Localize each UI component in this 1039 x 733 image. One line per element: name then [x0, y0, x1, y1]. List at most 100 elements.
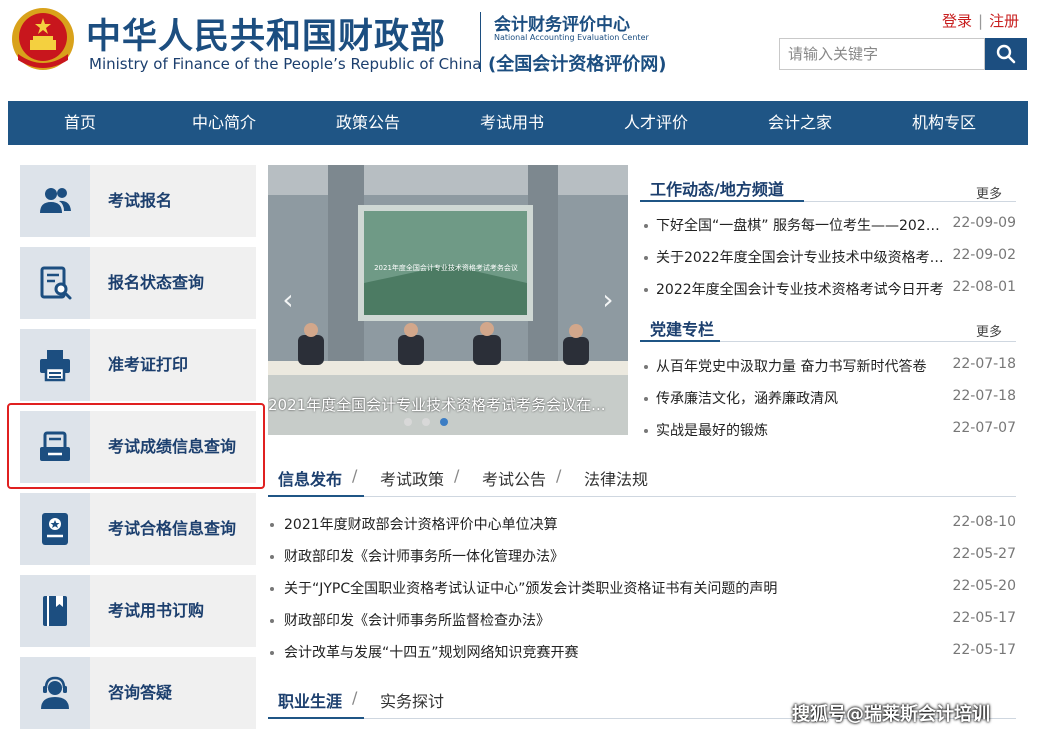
news-title: 关于2022年度全国会计专业技术中级资格考试有关事项的通知 — [656, 250, 944, 266]
search-icon — [996, 44, 1016, 64]
bullet — [644, 256, 648, 260]
support-agent-icon — [41, 676, 69, 709]
news-date: 22-07-07 — [952, 420, 1016, 436]
news-date: 22-08-10 — [952, 514, 1016, 530]
news-title: 传承廉洁文化，涵养廉政清风 — [656, 391, 838, 407]
list-item[interactable]: 2021年度财政部会计资格评价中心单位决算 22-08-10 — [270, 514, 1016, 536]
list-item[interactable]: 财政部印发《会计师事务所一体化管理办法》 22-05-27 — [270, 546, 1016, 568]
search-input[interactable] — [779, 38, 985, 70]
news-title: 关于“JYPC全国职业资格考试认证中心”颁发会计类职业资格证书有关问题的声明 — [284, 581, 778, 597]
party-news-title[interactable]: 党建专栏 — [650, 316, 714, 340]
carousel-dot-active[interactable] — [440, 418, 448, 426]
list-item[interactable]: 从百年党史中汲取力量 奋力书写新时代答卷 22-07-18 — [644, 356, 1016, 378]
news-title: 财政部印发《会计师事务所一体化管理办法》 — [284, 549, 564, 565]
news-title: 会计改革与发展“十四五”规划网络知识竞赛开赛 — [284, 645, 579, 661]
users-icon — [40, 188, 71, 213]
tab-info-release[interactable]: 信息发布 — [278, 466, 342, 490]
tab-separator: / — [352, 466, 358, 485]
news-title: 2022年度全国会计专业技术资格考试今日开考 — [656, 282, 944, 298]
bullet — [644, 397, 648, 401]
work-news-title[interactable]: 工作动态/地方频道 — [650, 176, 784, 200]
sidebar-item-label: 考试用书订购 — [108, 601, 205, 620]
register-link[interactable]: 注册 — [989, 12, 1019, 30]
center-name: 会计财务评价中心 — [494, 15, 630, 35]
list-item[interactable]: 财政部印发《会计师事务所监督检查办法》 22-05-17 — [270, 610, 1016, 632]
login-link[interactable]: 登录 — [942, 12, 972, 30]
bullet — [644, 224, 648, 228]
party-news-more-link[interactable]: 更多 — [976, 321, 1002, 340]
center-name-english: National Accounting Evaluation Center — [494, 33, 649, 42]
certificate-icon — [42, 513, 68, 545]
sidebar-item-book-order[interactable]: 考试用书订购 — [20, 575, 256, 647]
bullet — [644, 365, 648, 369]
news-date: 22-07-18 — [952, 388, 1016, 404]
sidebar-item-qualification-query[interactable]: 考试合格信息查询 — [20, 493, 256, 565]
nav-policy[interactable]: 政策公告 — [296, 101, 440, 145]
sidebar-item-consultation[interactable]: 咨询答疑 — [20, 657, 256, 729]
tab-separator: / — [454, 466, 460, 485]
sidebar-icon-box — [20, 247, 90, 319]
sidebar-item-registration-status[interactable]: 报名状态查询 — [20, 247, 256, 319]
carousel-caption[interactable]: 2021年度全国会计专业技术资格考试考务会议在... — [268, 394, 628, 414]
watermark: 搜狐号@瑞莱斯会计培训 — [792, 704, 990, 725]
sidebar-icon-box — [20, 575, 90, 647]
section-underline — [640, 200, 804, 202]
printer-icon — [40, 350, 70, 382]
sidebar-item-admission-ticket-print[interactable]: 准考证打印 — [20, 329, 256, 401]
sidebar-item-label: 考试报名 — [108, 191, 173, 210]
tab-laws[interactable]: 法律法规 — [584, 466, 648, 490]
sidebar-icon-box — [20, 493, 90, 565]
header-divider — [480, 12, 481, 72]
news-title: 下好全国“一盘棋” 服务每一位考生——2022年度全国会计专业技术中级资格考试顺… — [656, 218, 944, 234]
carousel-next-arrow[interactable]: › — [596, 285, 620, 315]
tab-exam-notice[interactable]: 考试公告 — [482, 466, 546, 490]
section-underline — [640, 340, 720, 342]
bullet — [270, 619, 274, 623]
list-item[interactable]: 实战是最好的锻炼 22-07-07 — [644, 420, 1016, 442]
nav-about[interactable]: 中心简介 — [152, 101, 296, 145]
carousel-dot[interactable] — [422, 418, 430, 426]
sidebar-item-exam-registration[interactable]: 考试报名 — [20, 165, 256, 237]
news-date: 22-07-18 — [952, 356, 1016, 372]
sidebar-item-label: 准考证打印 — [108, 355, 189, 374]
nav-books[interactable]: 考试用书 — [440, 101, 584, 145]
news-title: 2021年度财政部会计资格评价中心单位决算 — [284, 517, 558, 533]
tab-practice[interactable]: 实务探讨 — [380, 688, 444, 712]
list-item[interactable]: 传承廉洁文化，涵养廉政清风 22-07-18 — [644, 388, 1016, 410]
work-news-more-link[interactable]: 更多 — [976, 183, 1002, 202]
carousel-prev-arrow[interactable]: ‹ — [276, 285, 300, 315]
bullet — [270, 555, 274, 559]
bullet — [644, 288, 648, 292]
nav-home[interactable]: 首页 — [8, 101, 152, 145]
section-underline — [268, 495, 364, 497]
tab-career[interactable]: 职业生涯 — [278, 688, 342, 712]
site-header: 中华人民共和国财政部 Ministry of Finance of the Pe… — [0, 0, 1039, 100]
sidebar-item-label: 报名状态查询 — [108, 273, 205, 292]
list-item[interactable]: 2022年度全国会计专业技术资格考试今日开考 22-08-01 — [644, 279, 1016, 301]
news-date: 22-05-20 — [952, 578, 1016, 594]
nav-accountant-home[interactable]: 会计之家 — [728, 101, 872, 145]
tab-exam-policy[interactable]: 考试政策 — [380, 466, 444, 490]
list-item[interactable]: 关于2022年度全国会计专业技术中级资格考试有关事项的通知 22-09-02 — [644, 247, 1016, 269]
nav-talent[interactable]: 人才评价 — [584, 101, 728, 145]
carousel-dot[interactable] — [404, 418, 412, 426]
site-title-english: Ministry of Finance of the People’s Repu… — [89, 55, 482, 73]
section-divider — [268, 496, 1016, 497]
section-underline — [268, 717, 364, 719]
document-search-icon — [40, 266, 72, 300]
news-date: 22-05-17 — [952, 610, 1016, 626]
news-title: 财政部印发《会计师事务所监督检查办法》 — [284, 613, 550, 629]
list-item[interactable]: 会计改革与发展“十四五”规划网络知识竞赛开赛 22-05-17 — [270, 642, 1016, 664]
list-item[interactable]: 下好全国“一盘棋” 服务每一位考生——2022年度全国会计专业技术中级资格考试顺… — [644, 215, 1016, 237]
news-title: 实战是最好的锻炼 — [656, 423, 768, 439]
highlight-frame — [7, 403, 265, 489]
search-button[interactable] — [985, 38, 1027, 70]
nav-institutions[interactable]: 机构专区 — [872, 101, 1016, 145]
main-nav: 首页 中心简介 政策公告 考试用书 人才评价 会计之家 机构专区 — [8, 101, 1028, 145]
sidebar-icon-box — [20, 329, 90, 401]
news-date: 22-05-17 — [952, 642, 1016, 658]
tab-separator: / — [556, 466, 562, 485]
list-item[interactable]: 关于“JYPC全国职业资格考试认证中心”颁发会计类职业资格证书有关问题的声明 2… — [270, 578, 1016, 600]
auth-links: 登录 | 注册 — [942, 10, 1019, 31]
news-date: 22-05-27 — [952, 546, 1016, 562]
